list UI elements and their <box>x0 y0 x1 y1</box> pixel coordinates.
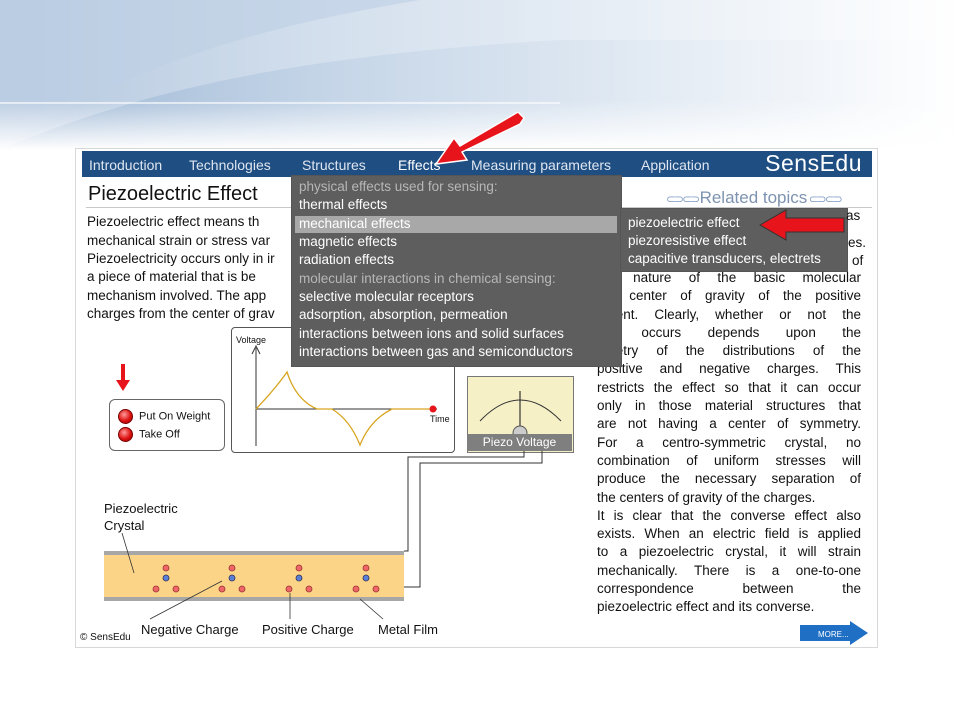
submenu-item-piezoresistive[interactable]: piezoresistive effect <box>628 233 746 248</box>
body-text-fragment: as <box>846 208 861 223</box>
nav-technologies[interactable]: Technologies <box>189 157 271 173</box>
meter-dial-icon <box>479 391 562 437</box>
put-on-weight-button[interactable]: Put On Weight <box>118 409 210 424</box>
crystal-label: Crystal <box>104 518 145 533</box>
menu-item-gas-semiconductors[interactable]: interactions between gas and semiconduct… <box>299 344 573 359</box>
nav-introduction[interactable]: Introduction <box>89 157 162 173</box>
body-text-line: are not having a center of symmetry. <box>597 416 861 432</box>
menu-heading-physical: physical effects used for sensing: <box>299 179 498 194</box>
body-text-line: correspondence between the <box>597 581 861 597</box>
chain-icon: ⊂⊃⊂⊃ <box>666 192 700 206</box>
body-text-line: produce the necessary separation of <box>597 471 861 487</box>
red-button-icon <box>118 409 133 424</box>
body-text-line: mechanical strain or stress var <box>87 233 271 248</box>
body-text-line: mechanically. There is a one-to-one <box>597 562 861 578</box>
body-text-line: restricts the effect so that it can occu… <box>597 379 861 395</box>
related-topics-label: Related topics <box>699 188 808 207</box>
nav-application[interactable]: Application <box>641 157 710 173</box>
submenu-item-capacitive[interactable]: capacitive transducers, electrets <box>628 251 821 266</box>
menu-item-selective-receptors[interactable]: selective molecular receptors <box>299 289 474 304</box>
menu-item-mechanical-effects[interactable]: mechanical effects <box>299 216 411 231</box>
more-button[interactable]: MORE... <box>800 621 870 645</box>
chain-icon: ⊂⊃⊂⊃ <box>807 192 843 206</box>
down-arrow-icon <box>116 364 130 391</box>
body-text-line: to a piezoelectric crystal, it will stra… <box>597 544 861 560</box>
graph-y-label: Voltage <box>236 335 266 345</box>
body-text-line: the center of gravity of the positive <box>597 288 861 304</box>
positive-charge-label: Positive Charge <box>262 622 354 637</box>
menu-item-adsorption[interactable]: adsorption, absorption, permeation <box>299 307 508 322</box>
menu-heading-molecular: molecular interactions in chemical sensi… <box>299 271 556 286</box>
body-text-line: Piezoelectricity occurs only in ir <box>87 251 275 266</box>
meter-label: Piezo Voltage <box>467 434 572 451</box>
red-arrow-icon <box>434 112 525 165</box>
body-text-line: piezoelectric effect and its converse. <box>597 599 815 615</box>
crystal-diagram <box>104 451 543 620</box>
body-text-line: positive and negative charges. This <box>597 361 861 377</box>
body-text-fragment: of <box>852 253 864 268</box>
body-text-line: nmetry of the distributions of the <box>597 343 861 359</box>
menu-item-magnetic-effects[interactable]: magnetic effects <box>299 234 397 249</box>
body-text-line: charges from the center of grav <box>87 306 275 321</box>
menu-item-ions-solid-surfaces[interactable]: interactions between ions and solid surf… <box>299 326 564 341</box>
crystal-label: Piezoelectric <box>104 501 178 516</box>
body-text-right: the nature of the basic molecular the ce… <box>597 269 861 617</box>
body-text-line: the centers of gravity of the charges. <box>597 489 816 505</box>
graph-x-label: Time <box>430 414 450 424</box>
copyright-text: © SensEdu <box>80 632 131 643</box>
body-text-line: only in those material structures that <box>597 398 861 414</box>
body-text-line: It is clear that the converse effect als… <box>597 507 861 523</box>
related-topics-link[interactable]: ⊂⊃⊂⊃ Related topics ⊂⊃⊂⊃ <box>666 188 843 208</box>
nav-structures[interactable]: Structures <box>302 157 366 173</box>
page-title: Piezoelectric Effect <box>88 183 258 205</box>
red-button-icon <box>118 427 133 442</box>
weight-control-panel: Put On Weight Take Off <box>109 399 225 451</box>
take-off-button[interactable]: Take Off <box>118 427 180 442</box>
body-text-line: mechanism involved. The app <box>87 288 267 303</box>
body-text-line: a piece of material that is be <box>87 269 256 284</box>
body-text-line: For a centro-symmetric crystal, no <box>597 434 861 450</box>
menu-item-thermal-effects[interactable]: thermal effects <box>299 197 387 212</box>
body-text-line: oment. Clearly, whether or not the <box>597 306 861 322</box>
body-text-line: exists. When an electric field is applie… <box>597 526 861 542</box>
body-text-fragment: es. <box>848 235 867 250</box>
submenu-item-piezoelectric[interactable]: piezoelectric effect <box>628 215 740 230</box>
more-label: MORE... <box>818 630 849 639</box>
menu-item-radiation-effects[interactable]: radiation effects <box>299 252 394 267</box>
metal-film-label: Metal Film <box>378 622 438 637</box>
body-text-line: ect occurs depends upon the <box>597 324 861 340</box>
brand-logo: SensEdu <box>765 150 862 176</box>
body-text-line: combination of uniform stresses will <box>597 452 861 468</box>
red-arrow-icon <box>758 209 845 241</box>
take-off-label: Take Off <box>139 428 180 441</box>
body-text-line: Piezoelectric effect means th <box>87 214 260 229</box>
effects-dropdown-menu: physical effects used for sensing: therm… <box>291 175 622 367</box>
put-on-weight-label: Put On Weight <box>139 410 211 423</box>
negative-charge-label: Negative Charge <box>141 622 239 637</box>
